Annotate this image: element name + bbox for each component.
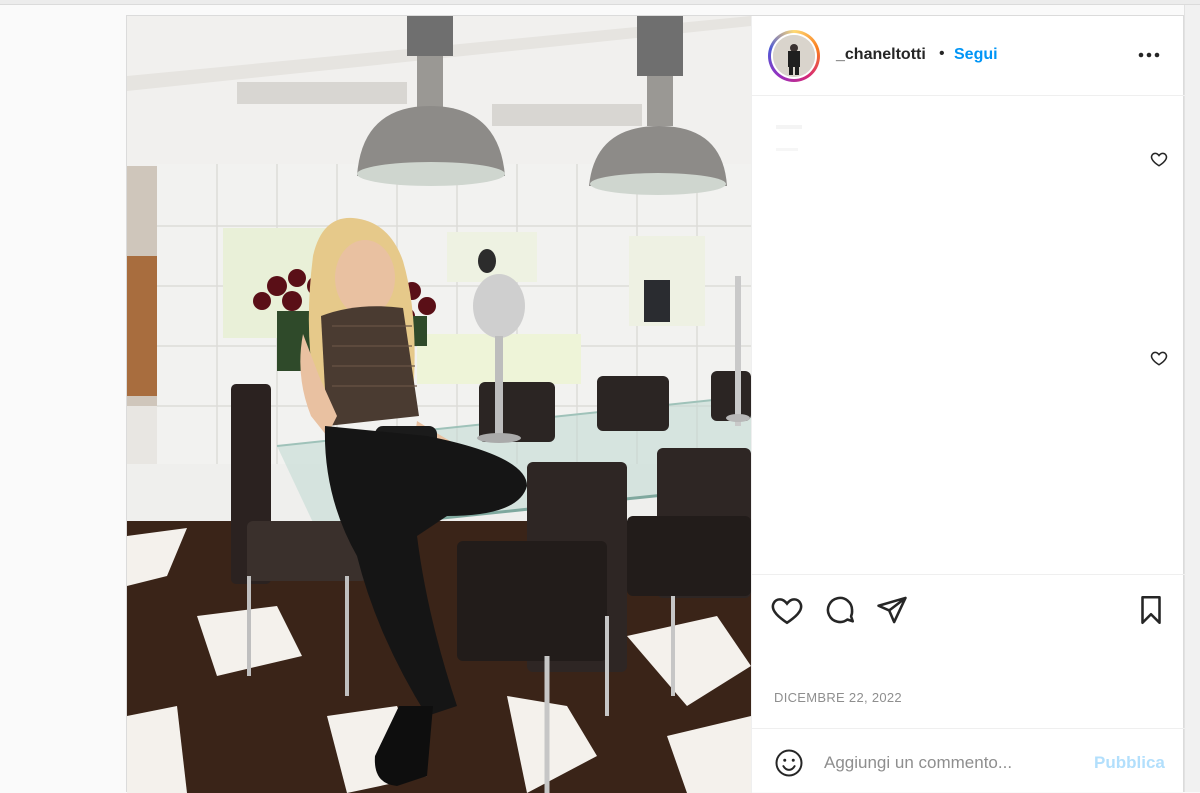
comment-like-heart-icon[interactable] <box>1150 150 1168 168</box>
comment-icon[interactable] <box>823 593 857 627</box>
browser-top-edge <box>0 0 1200 5</box>
post-photo[interactable] <box>127 16 751 793</box>
publish-button[interactable]: Pubblica <box>1094 753 1165 773</box>
post-sidebar: _chaneltotti • Segui DICEMBRE 22, 2022 A… <box>751 16 1186 793</box>
bookmark-icon[interactable] <box>1134 593 1168 627</box>
more-options-icon[interactable] <box>1136 44 1162 66</box>
avatar-photo <box>773 35 815 77</box>
post-dialog: _chaneltotti • Segui DICEMBRE 22, 2022 A… <box>126 15 1186 793</box>
heart-icon[interactable] <box>770 593 804 627</box>
avatar[interactable] <box>768 30 820 82</box>
photo-illustration <box>127 16 751 793</box>
scrollbar-track[interactable] <box>1184 5 1200 792</box>
comment-placeholder-line <box>776 148 798 151</box>
comments-area[interactable] <box>752 96 1186 574</box>
post-header: _chaneltotti • Segui <box>752 16 1186 96</box>
comment-input[interactable] <box>824 749 1074 777</box>
paper-plane-icon[interactable] <box>875 593 909 627</box>
follow-button[interactable]: Segui <box>954 46 998 64</box>
comment-placeholder-line <box>776 125 802 129</box>
separator-dot: • <box>939 45 945 62</box>
action-bar <box>752 574 1186 694</box>
post-date: DICEMBRE 22, 2022 <box>774 690 902 705</box>
comment-like-heart-icon[interactable] <box>1150 349 1168 367</box>
comment-composer: Pubblica <box>752 728 1186 793</box>
smiley-icon[interactable] <box>774 748 804 778</box>
username-link[interactable]: _chaneltotti <box>836 46 926 64</box>
